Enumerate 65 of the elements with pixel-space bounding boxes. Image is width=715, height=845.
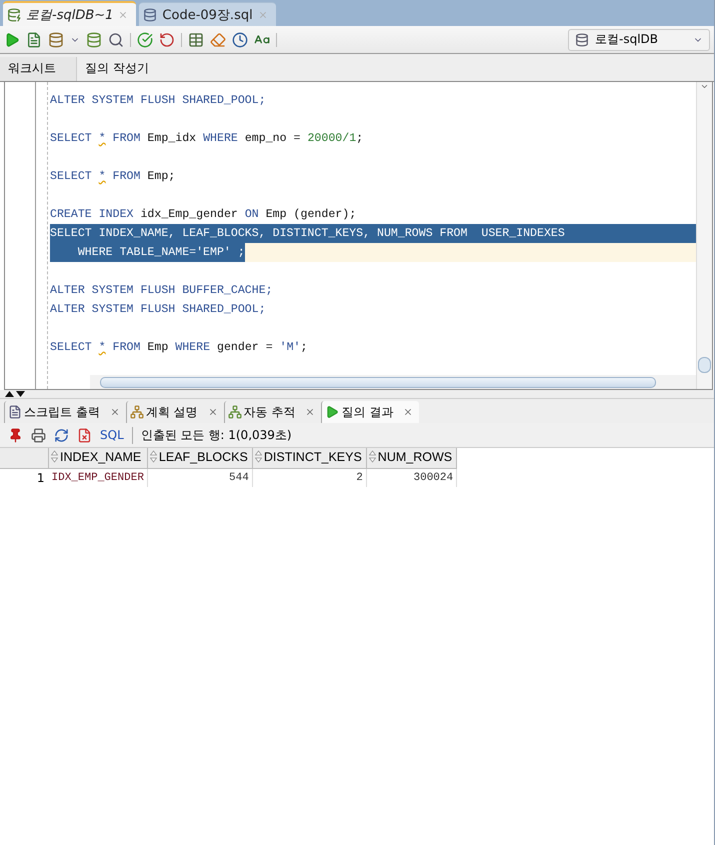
column-header[interactable]: INDEX_NAME	[48, 448, 148, 468]
horizontal-scrollbar[interactable]	[90, 375, 696, 389]
table-cell: IDX_EMP_GENDER	[48, 468, 148, 487]
tab-label: 자동 추적	[244, 404, 296, 420]
database-icon	[143, 8, 158, 22]
code-line: CREATE INDEX idx_Emp_gender ON Emp (gender);	[50, 207, 356, 223]
column-header[interactable]: LEAF_BLOCKS	[147, 448, 252, 468]
code-line: ALTER SYSTEM FLUSH SHARED_POOL;	[50, 93, 266, 109]
connection-dropdown[interactable]: 로컬-sqlDB	[568, 28, 710, 50]
table-cell: 2	[252, 468, 366, 487]
sort-icon	[254, 450, 262, 464]
tab-label: Code-09장.sql	[162, 6, 253, 24]
editor-tab[interactable]: 로컬-sqlDB~1	[3, 1, 136, 26]
scroll-thumb[interactable]	[698, 357, 711, 373]
eraser-icon[interactable]	[210, 32, 226, 48]
code-line: SELECT * FROM Emp_idx WHERE emp_no = 20000/1;	[50, 131, 364, 147]
database-icon	[575, 32, 589, 46]
play-icon[interactable]	[4, 32, 20, 48]
tree-icon	[130, 405, 144, 419]
pin-icon[interactable]	[8, 428, 23, 442]
code-editor[interactable]	[4, 82, 713, 390]
code-line: ALTER SYSTEM FLUSH SHARED_POOL;	[50, 302, 266, 318]
tab-label: 스크립트 출력	[24, 404, 100, 420]
tab-label: 계획 설명	[146, 404, 198, 420]
scroll-down-icon[interactable]	[700, 82, 709, 91]
document-icon[interactable]	[26, 32, 42, 48]
tree-icon	[228, 405, 242, 419]
sort-icon	[51, 450, 58, 464]
vertical-scrollbar[interactable]	[696, 82, 712, 389]
sub-tab[interactable]: 질의 작성기	[77, 57, 157, 81]
close-icon[interactable]	[403, 407, 414, 417]
tab-label: 로컬-sqlDB~1	[26, 6, 114, 24]
database-icon[interactable]	[86, 32, 102, 48]
close-icon[interactable]	[110, 407, 120, 417]
clear-icon[interactable]	[77, 428, 92, 442]
code-line: SELECT * FROM Emp WHERE gender = 'M';	[50, 340, 308, 356]
code-line: ALTER SYSTEM FLUSH BUFFER_CACHE;	[50, 283, 273, 299]
database-icon	[7, 8, 21, 22]
check-icon[interactable]	[137, 32, 153, 48]
row-number: 1	[0, 468, 48, 487]
output-tab[interactable]: 질의 결과	[321, 401, 420, 423]
printer-icon[interactable]	[31, 428, 46, 442]
column-header[interactable]: NUM_ROWS	[366, 448, 457, 468]
table-cell: 544	[147, 468, 252, 487]
sub-tab[interactable]: 워크시트	[0, 57, 77, 81]
database-icon[interactable]	[48, 32, 64, 48]
play-icon	[325, 405, 340, 419]
document-icon	[8, 405, 22, 419]
sql-link[interactable]: SQL	[100, 428, 124, 442]
close-icon[interactable]	[208, 407, 218, 417]
table-cell: 300024	[366, 468, 457, 487]
clock-icon[interactable]	[232, 32, 248, 48]
tab-label: 질의 결과	[341, 404, 394, 420]
collapse-arrows-icon[interactable]	[4, 391, 26, 397]
search-icon[interactable]	[108, 32, 124, 48]
sort-icon	[368, 450, 376, 464]
close-icon[interactable]	[305, 407, 316, 417]
refresh-icon[interactable]	[54, 428, 69, 442]
column-header[interactable]: DISTINCT_KEYS	[252, 448, 366, 468]
code-line: SELECT * FROM Emp;	[50, 169, 176, 185]
editor-tab[interactable]: Code-09장.sql	[139, 2, 276, 26]
undo-icon[interactable]	[159, 32, 175, 48]
sort-icon	[150, 450, 157, 464]
fetch-status: 인출된 모든 행: 1(0,039초)	[132, 426, 292, 444]
table-icon[interactable]	[188, 32, 204, 48]
